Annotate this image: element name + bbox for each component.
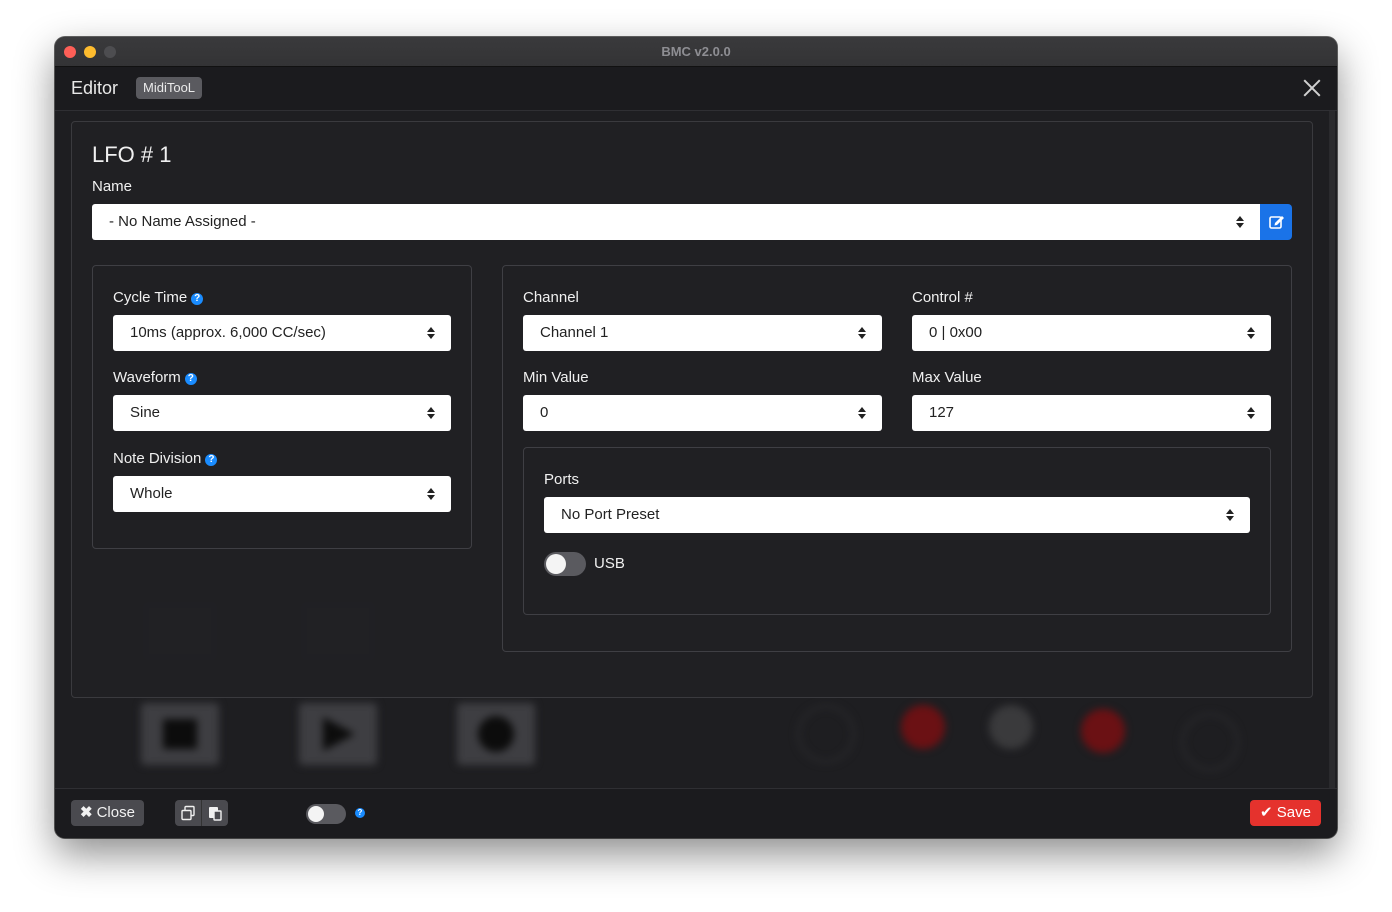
close-button-label: Close [96, 804, 135, 821]
modal-header: Editor MidiTooL [55, 67, 1337, 111]
ports-select[interactable]: No Port Preset [544, 497, 1250, 533]
background-stop-button [141, 703, 219, 765]
check-icon: ✔ [1260, 804, 1273, 821]
control-value: 0 | 0x00 [929, 324, 983, 341]
edit-icon [1269, 216, 1284, 229]
min-value-label: Min Value [523, 369, 589, 386]
background-led [797, 705, 855, 763]
max-value-value: 127 [929, 404, 955, 421]
window-title: BMC v2.0.0 [661, 44, 731, 59]
help-icon[interactable]: ? [205, 454, 218, 466]
background-led [1081, 709, 1125, 753]
select-caret-icon [427, 487, 435, 501]
select-caret-icon [1247, 406, 1255, 420]
ports-panel: Ports No Port Preset USB [523, 447, 1271, 615]
channel-label: Channel [523, 289, 579, 306]
ports-label: Ports [544, 471, 580, 488]
miditool-badge[interactable]: MidiTooL [136, 77, 203, 99]
copy-button[interactable] [175, 800, 202, 826]
name-label: Name [92, 178, 133, 195]
control-label: Control # [912, 289, 973, 306]
max-value-select[interactable]: 127 [912, 395, 1271, 431]
name-select-value: - No Name Assigned - [109, 213, 256, 230]
min-value-select[interactable]: 0 [523, 395, 882, 431]
timing-panel: Cycle Time? 10ms (approx. 6,000 CC/sec) … [92, 265, 472, 549]
clipboard-button-group [175, 800, 228, 826]
title-bar: BMC v2.0.0 [55, 37, 1337, 67]
select-caret-icon [858, 406, 866, 420]
note-division-value: Whole [130, 485, 173, 502]
lfo-heading: LFO # 1 [92, 142, 172, 167]
select-caret-icon [427, 326, 435, 340]
edit-name-button[interactable] [1260, 204, 1292, 240]
save-button[interactable]: ✔ Save [1250, 800, 1321, 826]
select-caret-icon [858, 326, 866, 340]
lfo-editor-card: LFO # 1 Name - No Name Assigned - Cycle … [71, 121, 1313, 698]
select-caret-icon [1247, 326, 1255, 340]
app-window: BMC v2.0.0 Editor MidiTooL LFO # 1 Name … [55, 37, 1337, 838]
max-value-label: Max Value [912, 369, 982, 386]
close-x-icon: ✖ [80, 804, 93, 821]
background-record-button [457, 703, 535, 765]
paste-icon [209, 807, 222, 821]
close-icon[interactable] [1301, 77, 1323, 99]
toggle-knob [308, 806, 324, 822]
cycle-time-select[interactable]: 10ms (approx. 6,000 CC/sec) [113, 315, 451, 351]
background-led [989, 705, 1033, 749]
waveform-label: Waveform? [113, 369, 197, 386]
note-division-label: Note Division? [113, 450, 218, 467]
channel-value: Channel 1 [540, 324, 609, 341]
help-icon[interactable]: ? [191, 293, 204, 305]
help-icon[interactable]: ? [355, 808, 365, 818]
close-button[interactable]: ✖ Close [71, 800, 144, 826]
waveform-select[interactable]: Sine [113, 395, 451, 431]
control-select[interactable]: 0 | 0x00 [912, 315, 1271, 351]
waveform-value: Sine [130, 404, 161, 421]
save-button-label: Save [1276, 804, 1311, 821]
copy-icon [181, 805, 195, 821]
modal-footer: ✖ Close ? ✔ Save [55, 788, 1337, 838]
help-icon[interactable]: ? [184, 373, 197, 385]
ports-value: No Port Preset [561, 506, 660, 523]
modal-title: Editor [71, 78, 119, 98]
paste-button[interactable] [202, 800, 228, 826]
usb-toggle[interactable] [544, 552, 586, 576]
cycle-time-value: 10ms (approx. 6,000 CC/sec) [130, 324, 326, 341]
background-led [901, 705, 945, 749]
channel-select[interactable]: Channel 1 [523, 315, 882, 351]
background-led [1181, 713, 1239, 771]
usb-label: USB [594, 555, 625, 572]
min-value-value: 0 [540, 404, 549, 421]
select-caret-icon [1226, 508, 1234, 522]
note-division-select[interactable]: Whole [113, 476, 451, 512]
footer-toggle[interactable] [306, 804, 346, 824]
background-play-button [299, 703, 377, 765]
scrollbar[interactable] [1329, 111, 1335, 788]
midi-panel: Channel Channel 1 Control # 0 | 0x00 Min… [502, 265, 1292, 652]
toggle-knob [546, 554, 566, 574]
name-select[interactable]: - No Name Assigned - [92, 204, 1260, 240]
cycle-time-label: Cycle Time? [113, 289, 204, 306]
select-caret-icon [1236, 215, 1244, 229]
select-caret-icon [427, 406, 435, 420]
